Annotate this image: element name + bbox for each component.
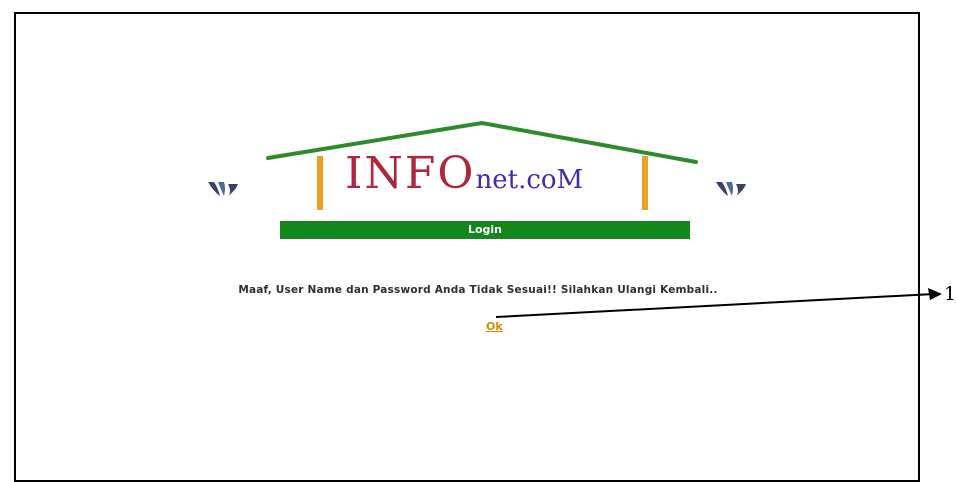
callout-number: 1 [944, 283, 956, 305]
page-frame [14, 12, 920, 482]
bird-left-icon [208, 182, 238, 196]
logo-brand: INFOnet.coM [345, 148, 583, 199]
login-header-bar: Login [280, 221, 690, 239]
logo-sub-text: net.coM [475, 165, 584, 195]
error-message: Maaf, User Name dan Password Anda Tidak … [238, 284, 718, 296]
bird-right-icon [716, 182, 746, 196]
ok-link[interactable]: Ok [486, 320, 503, 333]
logo-main-text: INFO [345, 148, 476, 199]
